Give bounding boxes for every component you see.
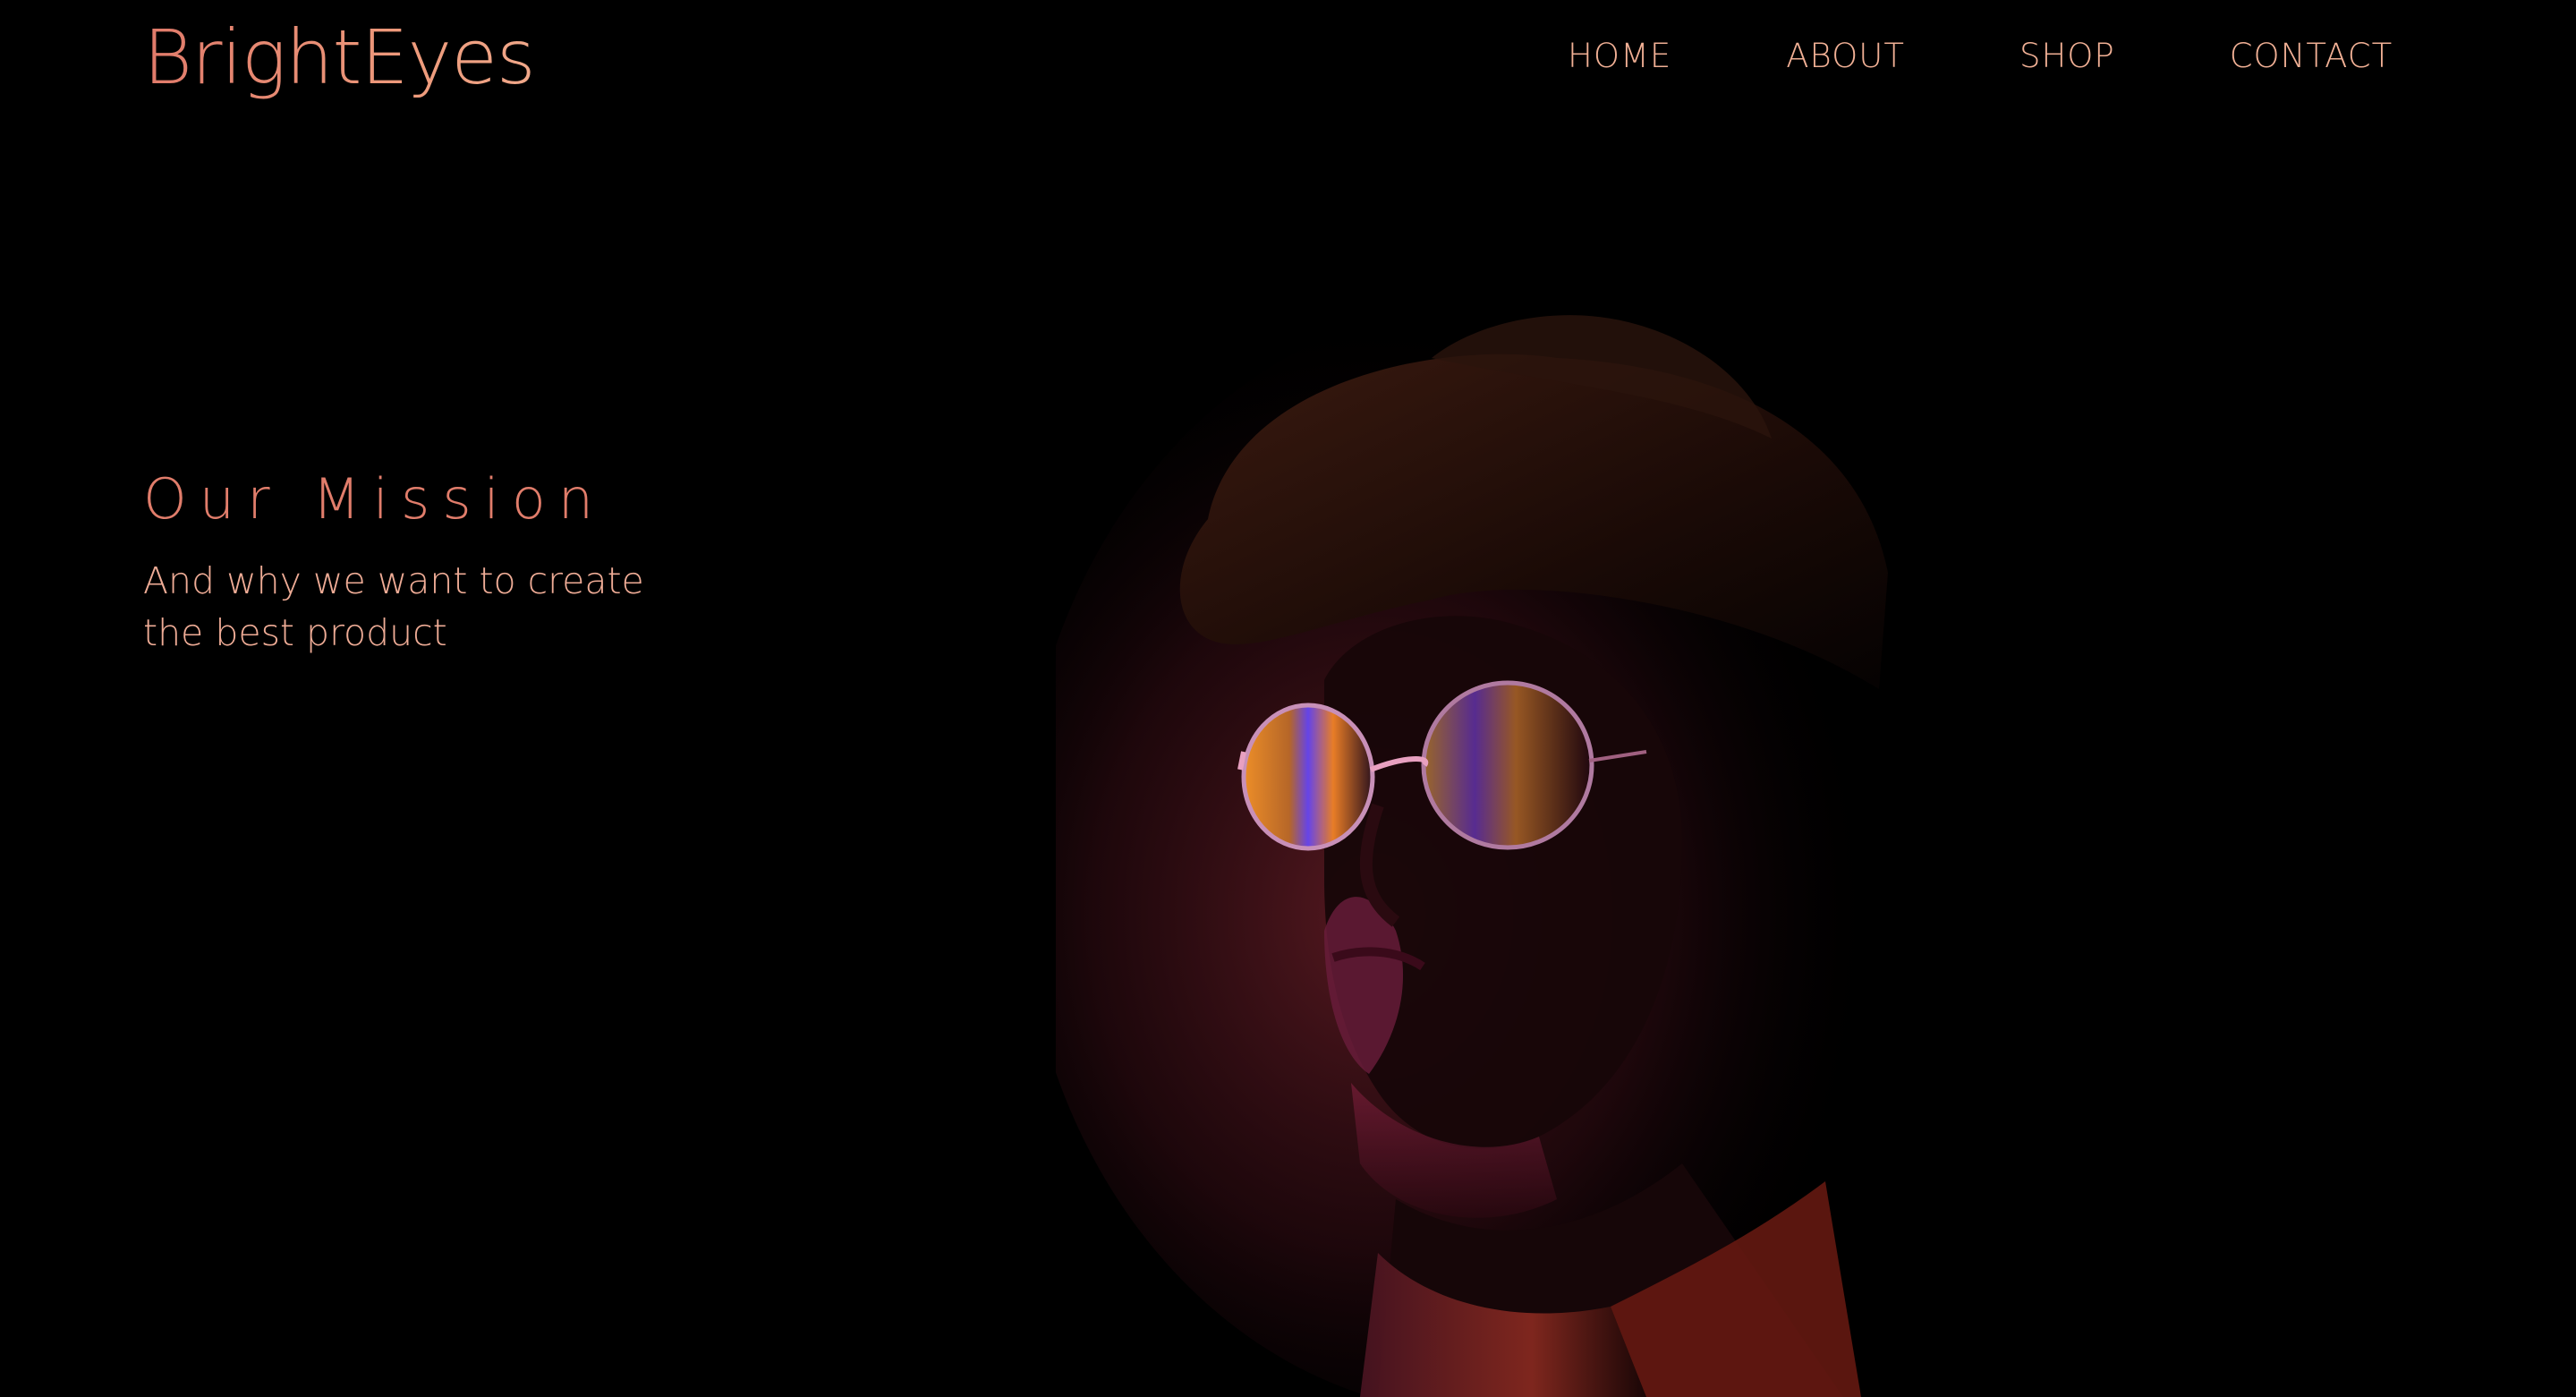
- nav-item-about[interactable]: ABOUT: [1786, 34, 1905, 79]
- nav-item-home[interactable]: HOME: [1568, 34, 1671, 79]
- top-navigation: HOME ABOUT SHOP CONTACT: [1568, 34, 2393, 79]
- hero-portrait-image: [1056, 304, 2130, 1397]
- mission-subtitle: And why we want to create the best produ…: [143, 559, 644, 654]
- nav-item-contact[interactable]: CONTACT: [2230, 34, 2393, 79]
- brand-logo[interactable]: BrightEyes: [143, 9, 536, 106]
- mission-heading: Our Mission: [143, 466, 607, 532]
- nav-item-shop[interactable]: SHOP: [2019, 34, 2115, 79]
